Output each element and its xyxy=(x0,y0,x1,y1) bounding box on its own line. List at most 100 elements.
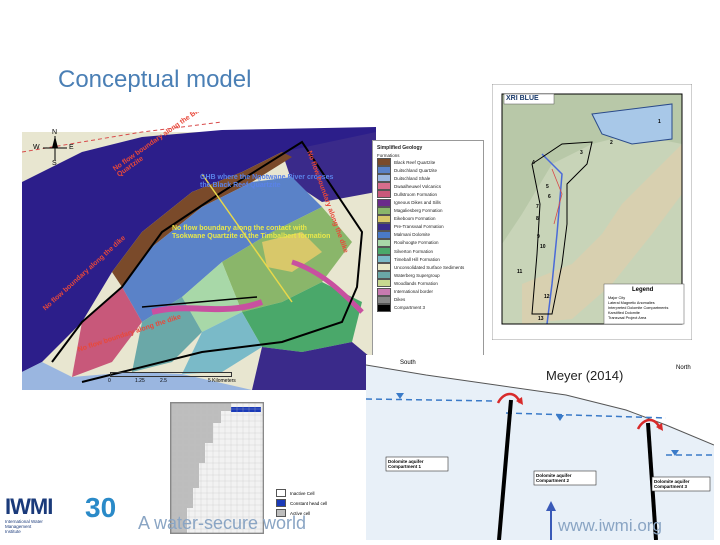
legend-label: Compartment 3 xyxy=(394,305,426,311)
legend-item: Malmani Dolomite xyxy=(377,230,483,239)
legend-label: Dwaalheuwel Volcanics xyxy=(394,183,442,189)
legend-label: Malmani Dolomite xyxy=(394,232,431,238)
legend-swatch xyxy=(377,198,391,207)
legend-swatch xyxy=(377,214,391,223)
legend-item: Dullstroom Formation xyxy=(377,190,483,199)
legend-item: Duitschland Shale xyxy=(377,174,483,183)
legend-label: Unconsolidated Surface Sediments xyxy=(394,264,465,270)
compartment-number: 9 xyxy=(537,234,540,240)
compartment-number: 4 xyxy=(532,160,535,166)
scale-tick: 1.25 xyxy=(135,378,145,384)
legend-label: Duitschland Quartzite xyxy=(394,167,438,173)
legend-label: Magaliesberg Formation xyxy=(394,208,443,214)
legend-swatch xyxy=(377,238,391,247)
compass-south: S xyxy=(52,160,57,167)
iwmi-logo-text: IWMI xyxy=(5,494,53,519)
legend-swatch xyxy=(377,247,391,256)
legend-label: Waterberg Supergroup xyxy=(394,272,440,278)
legend-swatch xyxy=(377,222,391,231)
cross-section: South North Dolomite aquifer Compartment… xyxy=(365,355,715,541)
compartment-number: 13 xyxy=(538,316,544,322)
legend-item: Duitschland Quartzite xyxy=(377,166,483,175)
site-legend-item: Transvaal Project Area xyxy=(608,316,647,320)
compartment-number: 6 xyxy=(548,194,551,200)
legend-swatch xyxy=(377,166,391,175)
legend-swatch xyxy=(377,174,391,183)
legend-swatch xyxy=(377,190,391,199)
compass-north: N xyxy=(52,129,58,136)
legend-swatch xyxy=(377,279,391,288)
legend-swatch xyxy=(377,206,391,215)
legend-label: Eikeboom Formation xyxy=(394,216,436,222)
legend-label: Timeball Hill Formation xyxy=(394,256,440,262)
scale-tick: 2.5 xyxy=(160,378,167,384)
compartment-number: 7 xyxy=(536,204,539,210)
legend-swatch xyxy=(377,230,391,239)
legend-label: Woodlands Formation xyxy=(394,280,438,286)
legend-label: Duitschland Shale xyxy=(394,175,431,181)
compartment-1-label: Dolomite aquifer Compartment 1 xyxy=(388,459,424,469)
compass-east: E xyxy=(69,144,74,151)
site-legend-title: Legend xyxy=(632,287,654,293)
legend-label: Dullstroom Formation xyxy=(394,191,438,197)
legend-item: Compartment 3 xyxy=(377,303,483,312)
iwmi-logo-subtitle: International Water Management Institute xyxy=(5,519,43,534)
cross-section-south: South xyxy=(400,360,416,366)
legend-item: Dwaalheuwel Volcanics xyxy=(377,182,483,191)
grid-legend-label: Constant head cell xyxy=(290,500,328,506)
legend-label: Rooihoogte Formation xyxy=(394,240,439,246)
legend-swatch xyxy=(377,271,391,280)
legend-item: Rooihoogte Formation xyxy=(377,238,483,247)
legend-swatch xyxy=(377,303,391,312)
legend-label: Dikes xyxy=(394,297,406,303)
legend-label: Pre-Transvaal Formation xyxy=(394,224,444,230)
legend-item: Woodlands Formation xyxy=(377,279,483,288)
iwmi-logo: IWMI 30 International Water Management I… xyxy=(5,490,135,538)
xri-blue-logo: XRI BLUE xyxy=(506,95,539,102)
compartment-number: 2 xyxy=(610,140,613,146)
grid-legend-item: Constant head cell xyxy=(276,498,356,508)
compartment-number: 3 xyxy=(580,150,583,156)
annotation-no-flow-contact: No flow boundary along the contact with … xyxy=(172,225,331,240)
citation: Meyer (2014) xyxy=(546,368,624,383)
legend-label: Black Reef Quartzite xyxy=(394,159,436,165)
legend-item: Magaliesberg Formation xyxy=(377,206,483,215)
compartment-number: 11 xyxy=(517,269,523,275)
site-map: XRI BLUE Legend Major City Lateral Magnet… xyxy=(491,83,693,341)
legend-swatch xyxy=(377,287,391,296)
tagline: A water-secure world xyxy=(138,513,307,533)
legend-item: Black Reef Quartzite xyxy=(377,158,483,167)
legend-label: Igneous Dikes and Sills xyxy=(394,200,441,206)
legend-swatch xyxy=(377,158,391,167)
grid-legend-label: Inactive Cell xyxy=(290,490,315,496)
legend-item: Eikeboom Formation xyxy=(377,214,483,223)
compartment-number: 1 xyxy=(658,119,661,125)
compartment-number: 5 xyxy=(546,184,549,190)
iwmi-30-logo: 30 xyxy=(85,492,117,523)
compass-west: W xyxy=(33,144,40,151)
compartment-number: 8 xyxy=(536,216,539,222)
website-link[interactable]: www.iwmi.org xyxy=(558,516,662,536)
slide-title: Conceptual model xyxy=(58,66,252,93)
scale-tick: 0 xyxy=(108,378,111,384)
legend-item: Igneous Dikes and Sills xyxy=(377,198,483,207)
legend-label: Silverton Formation xyxy=(394,248,434,254)
compartment-2-label: Dolomite aquifer Compartment 2 xyxy=(536,473,572,483)
legend-item: Waterberg Supergroup xyxy=(377,271,483,280)
legend-item: Timeball Hill Formation xyxy=(377,255,483,264)
legend-swatch xyxy=(377,295,391,304)
grid-legend-swatch xyxy=(276,489,286,497)
legend-swatch xyxy=(377,182,391,191)
legend-title: Simplified Geology xyxy=(377,145,423,151)
compartment-3-label: Dolomite aquifer Compartment 3 xyxy=(654,479,690,489)
legend-swatch xyxy=(377,255,391,264)
legend-label: International border xyxy=(394,289,434,295)
legend-item: Silverton Formation xyxy=(377,247,483,256)
geology-legend: Simplified Geology Formations Black Reef… xyxy=(372,140,484,358)
legend-swatch xyxy=(377,263,391,272)
scale-bar: 0 1.25 2.5 5 Kilometers xyxy=(108,372,270,386)
legend-item: International border xyxy=(377,287,483,296)
legend-item: Dikes xyxy=(377,295,483,304)
compartment-number: 10 xyxy=(540,244,546,250)
grid-legend-item: Inactive Cell xyxy=(276,488,356,498)
